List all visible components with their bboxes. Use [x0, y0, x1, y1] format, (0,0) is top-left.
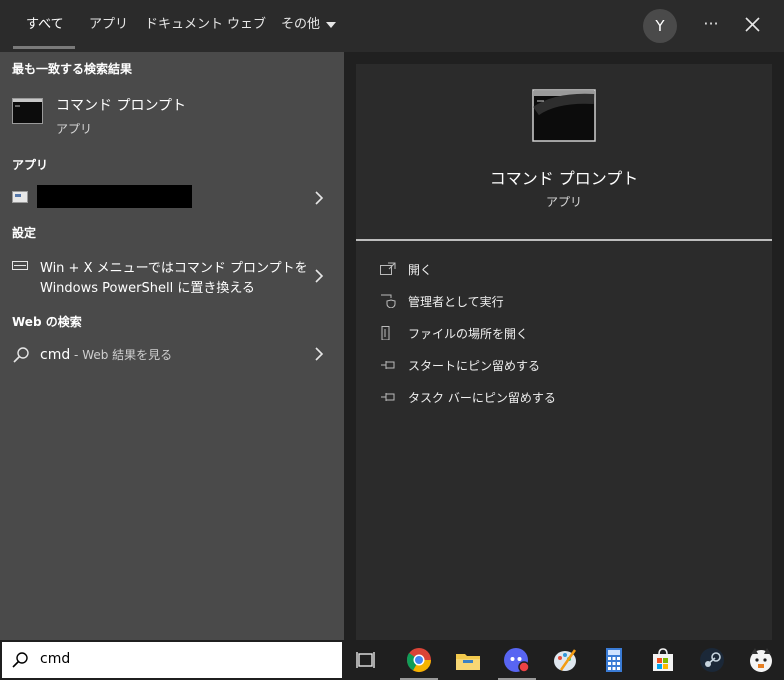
chevron-down-icon: [326, 21, 337, 28]
action-open-label: 開く: [408, 263, 433, 277]
action-pin-to-start-label: スタートにピン留めする: [408, 359, 541, 373]
tab-more-label: その他: [281, 17, 321, 32]
task-view-icon[interactable]: [354, 646, 382, 674]
setting-line-1: Win + X メニューではコマンド プロンプトを: [40, 261, 308, 276]
action-pin-to-taskbar-label: タスク バーにピン留めする: [408, 391, 556, 405]
app-character-icon[interactable]: [747, 646, 775, 674]
pin-icon: [381, 361, 395, 369]
shield-icon: [381, 294, 396, 308]
tab-all[interactable]: すべて: [26, 0, 64, 52]
close-icon: [745, 17, 760, 32]
search-icon: [13, 347, 29, 363]
best-match-type: アプリ: [56, 122, 93, 136]
web-result-suffix: - Web 結果を見る: [70, 348, 173, 362]
store-icon[interactable]: [649, 646, 677, 674]
action-open[interactable]: 開く: [356, 257, 772, 283]
chevron-right-icon: [315, 269, 324, 283]
web-search-header: Web の検索: [12, 315, 82, 329]
action-run-as-admin[interactable]: 管理者として実行: [356, 289, 772, 315]
tab-more[interactable]: その他: [281, 0, 337, 52]
action-pin-to-start[interactable]: スタートにピン留めする: [356, 353, 772, 379]
best-match-name: コマンド プロンプト: [56, 98, 187, 114]
tab-web[interactable]: ウェブ: [227, 0, 266, 52]
apps-header: アプリ: [12, 158, 49, 172]
preview-pane: [356, 64, 772, 640]
more-options-button[interactable]: ···: [696, 10, 726, 40]
search-input[interactable]: cmd: [2, 642, 342, 678]
action-open-file-location-label: ファイルの場所を開く: [408, 327, 529, 341]
open-icon: [380, 262, 396, 275]
app-result-item[interactable]: [0, 182, 344, 214]
paint-icon[interactable]: [551, 646, 579, 674]
preview-app-name: コマンド プロンプト: [489, 169, 639, 188]
action-run-as-admin-label: 管理者として実行: [408, 295, 504, 309]
pin-icon: [381, 393, 395, 401]
file-explorer-icon[interactable]: [454, 646, 482, 674]
cmd-app-icon: [12, 98, 43, 124]
chevron-right-icon: [315, 191, 324, 205]
monitor-icon: [12, 261, 28, 270]
close-button[interactable]: [738, 10, 768, 40]
cmd-large-icon: [532, 89, 596, 142]
steam-icon[interactable]: [698, 646, 726, 674]
tab-active-indicator: [13, 46, 75, 49]
web-query: cmd: [40, 347, 71, 363]
web-search-text: cmd - Web 結果を見る: [40, 346, 172, 363]
search-icon: [12, 652, 28, 668]
action-open-file-location[interactable]: ファイルの場所を開く: [356, 321, 772, 347]
divider: [356, 239, 772, 241]
setting-line-2: Windows PowerShell に置き換える: [40, 281, 255, 296]
tab-apps[interactable]: アプリ: [89, 0, 128, 52]
action-pin-to-taskbar[interactable]: タスク バーにピン留めする: [356, 385, 772, 411]
calculator-icon[interactable]: [600, 646, 628, 674]
search-input-value: cmd: [40, 651, 71, 667]
file-location-icon: [381, 326, 390, 340]
tab-documents[interactable]: ドキュメント: [145, 0, 223, 52]
chrome-icon[interactable]: [405, 646, 433, 674]
chevron-right-icon: [315, 347, 324, 361]
avatar[interactable]: Y: [643, 9, 677, 43]
redacted-app-name: [37, 185, 192, 208]
app-icon: [12, 191, 28, 203]
settings-header: 設定: [12, 226, 37, 240]
best-match-header: 最も一致する検索結果: [12, 62, 133, 76]
web-search-item[interactable]: cmd - Web 結果を見る: [0, 340, 344, 370]
best-match-item[interactable]: コマンド プロンプト アプリ: [0, 88, 344, 140]
search-filter-bar: すべて アプリ ドキュメント ウェブ その他 Y ···: [0, 0, 784, 52]
preview-app-type: アプリ: [545, 195, 582, 209]
discord-icon[interactable]: [503, 646, 531, 674]
setting-result-item[interactable]: Win + X メニューではコマンド プロンプトを Windows PowerS…: [0, 252, 344, 300]
